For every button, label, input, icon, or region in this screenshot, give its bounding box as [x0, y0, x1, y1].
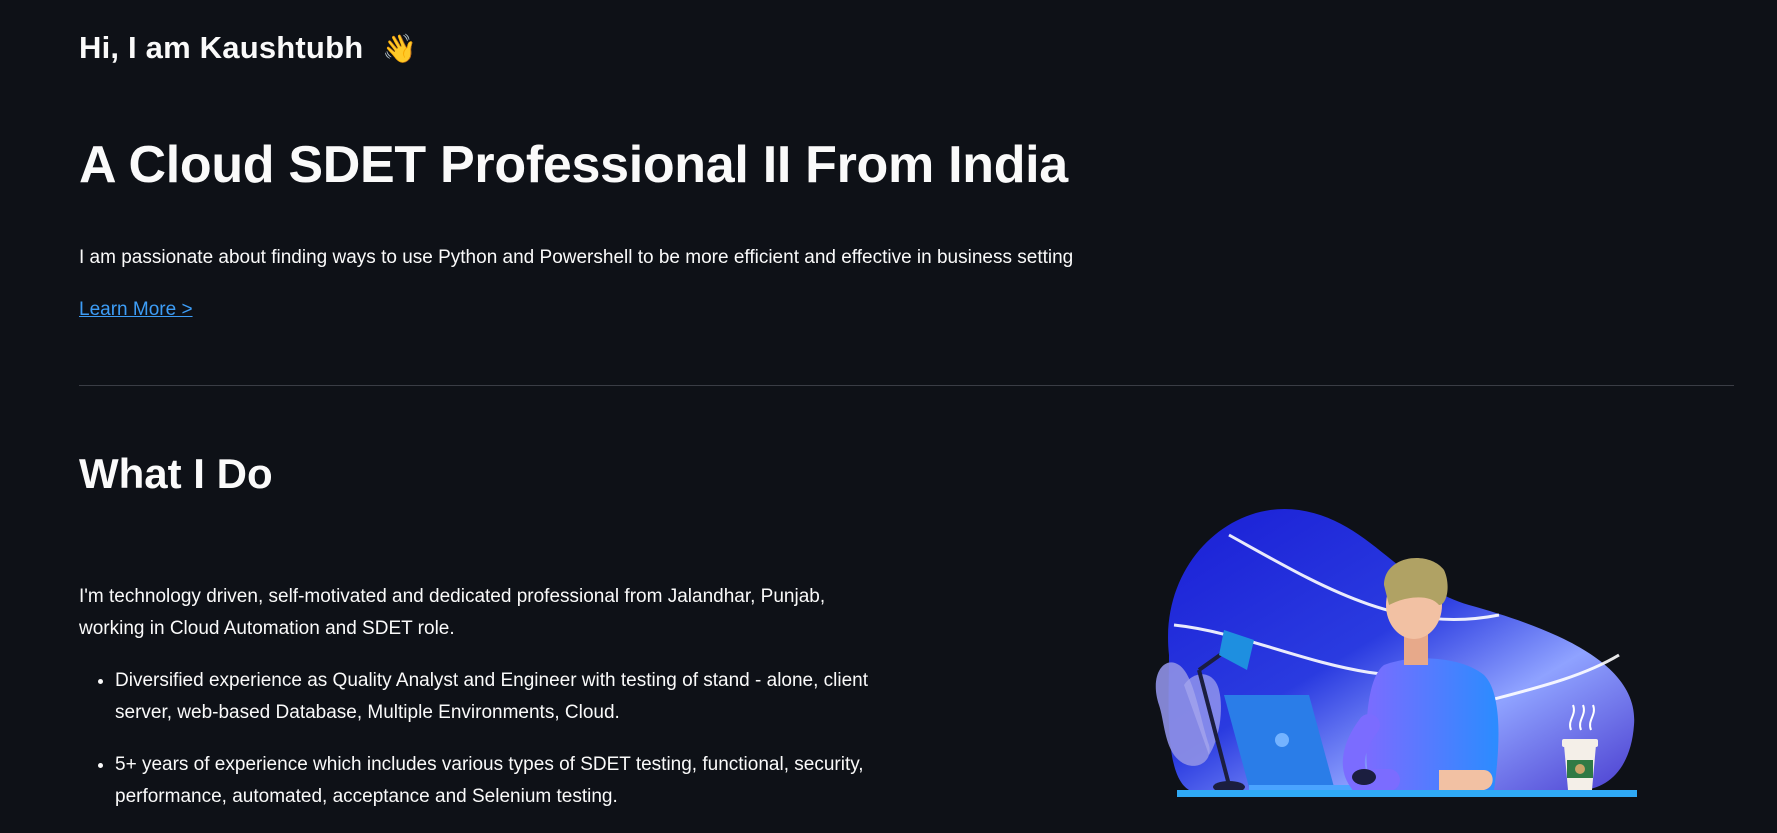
waving-hand-icon: 👋: [382, 33, 418, 64]
section-divider: [79, 385, 1734, 386]
learn-more-link[interactable]: Learn More >: [79, 299, 193, 321]
desk-surface: [1177, 790, 1637, 797]
page-title: A Cloud SDET Professional II From India: [79, 136, 1068, 194]
section-title-what-i-do: What I Do: [79, 450, 273, 497]
greeting-text: Hi, I am Kaushtubh: [79, 30, 364, 65]
experience-list: Diversified experience as Quality Analys…: [79, 665, 915, 833]
intro-text: I am passionate about finding ways to us…: [79, 247, 1074, 268]
list-item: 5+ years of experience which includes va…: [115, 749, 915, 813]
greeting-heading: Hi, I am Kaushtubh 👋: [79, 30, 417, 66]
about-paragraph: I'm technology driven, self-motivated an…: [79, 586, 826, 639]
developer-at-laptop-illustration: [1155, 508, 1637, 797]
list-item: Diversified experience as Quality Analys…: [115, 665, 915, 729]
